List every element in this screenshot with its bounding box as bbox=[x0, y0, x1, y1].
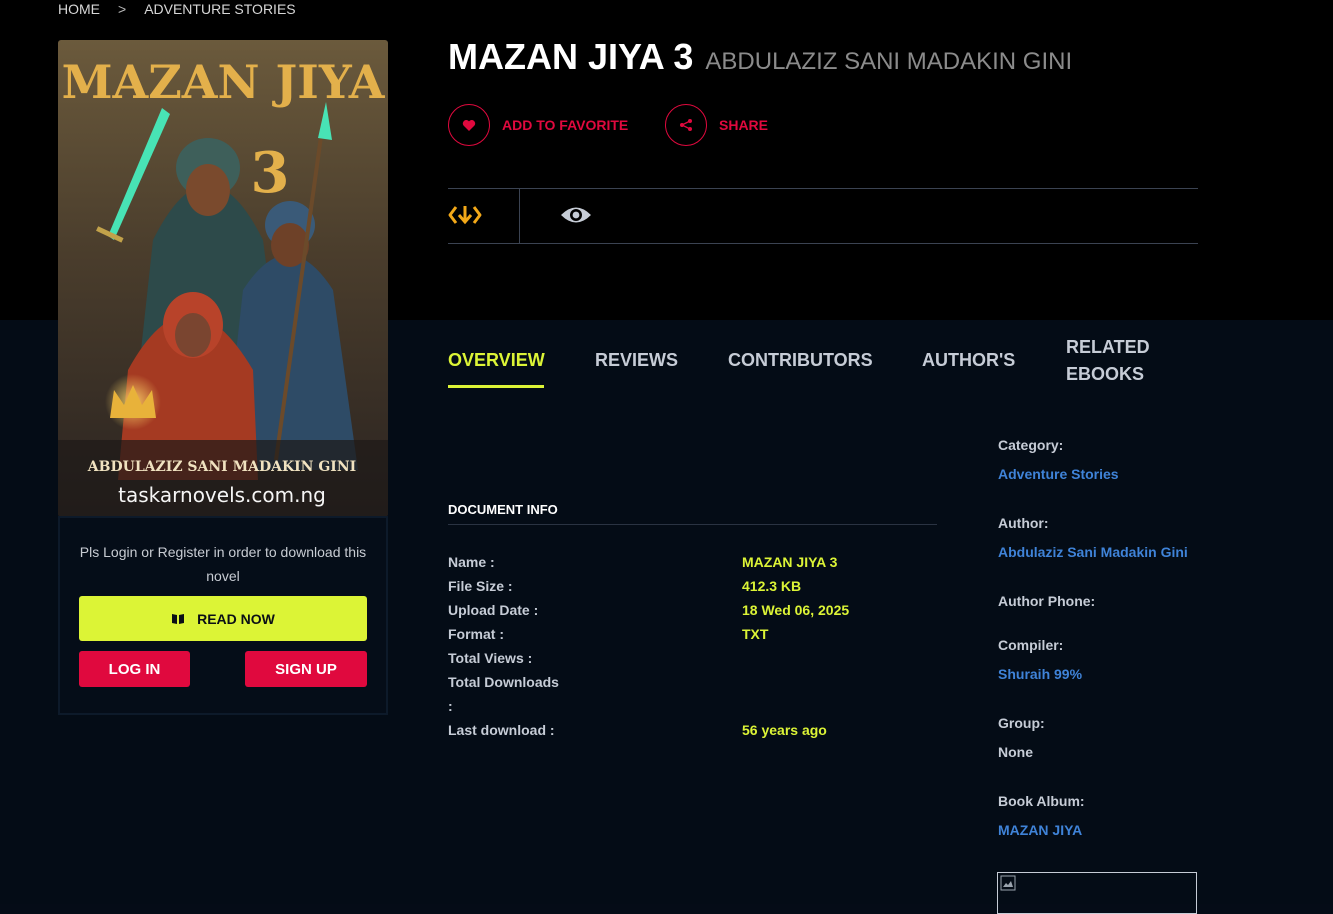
info-value-format: TXT bbox=[742, 626, 769, 642]
info-label-name: Name : bbox=[448, 554, 495, 570]
breadcrumb: HOME > ADVENTURE STORIES bbox=[58, 0, 296, 18]
broken-image-placeholder bbox=[997, 872, 1197, 914]
info-label-file-size: File Size : bbox=[448, 578, 513, 594]
group-label: Group: bbox=[998, 715, 1045, 731]
add-to-favorite-label: ADD TO FAVORITE bbox=[502, 117, 629, 133]
group-value: None bbox=[998, 744, 1033, 760]
tab-authors[interactable]: AUTHOR'S bbox=[922, 350, 1015, 371]
log-in-button[interactable]: LOG IN bbox=[79, 651, 190, 687]
read-now-button[interactable]: READ NOW bbox=[79, 596, 367, 641]
book-icon bbox=[172, 613, 185, 624]
stats-divider-vertical bbox=[519, 189, 520, 243]
author-label: Author: bbox=[998, 515, 1049, 531]
info-value-file-size: 412.3 KB bbox=[742, 578, 802, 594]
author-phone-label: Author Phone: bbox=[998, 593, 1096, 609]
category-label: Category: bbox=[998, 437, 1064, 453]
info-value-last-download: 56 years ago bbox=[742, 722, 827, 738]
breadcrumb-home[interactable]: HOME bbox=[58, 1, 100, 17]
title-row: MAZAN JIYA 3 ABDULAZIZ SANI MADAKIN GINI bbox=[448, 36, 1072, 78]
category-link[interactable]: Adventure Stories bbox=[998, 466, 1119, 482]
login-panel: Pls Login or Register in order to downlo… bbox=[58, 516, 388, 715]
stats-divider-top bbox=[448, 188, 1198, 189]
author-link[interactable]: Abdulaziz Sani Madakin Gini bbox=[998, 544, 1188, 560]
share-icon bbox=[665, 104, 707, 146]
broken-image-icon bbox=[1000, 875, 1016, 891]
read-now-label: READ NOW bbox=[197, 610, 275, 627]
info-label-total-views: Total Views : bbox=[448, 650, 533, 666]
tab-reviews[interactable]: REVIEWS bbox=[595, 350, 678, 371]
login-message: Pls Login or Register in order to downlo… bbox=[79, 544, 367, 584]
tab-contributors[interactable]: CONTRIBUTORS bbox=[728, 350, 873, 371]
compiler-label: Compiler: bbox=[998, 637, 1064, 653]
breadcrumb-separator: > bbox=[118, 1, 127, 17]
stats-divider-bottom bbox=[448, 243, 1198, 244]
info-label-upload-date: Upload Date : bbox=[448, 602, 539, 618]
page-title: MAZAN JIYA 3 bbox=[448, 36, 694, 77]
tab-overview-underline bbox=[448, 385, 544, 388]
cover-author: ABDULAZIZ SANI MADAKIN GINI bbox=[87, 459, 356, 475]
book-cover: MAZAN JIYA 3 ABDULAZIZ SANI MADAKIN GINI… bbox=[58, 40, 388, 517]
info-value-upload-date: 18 Wed 06, 2025 bbox=[742, 602, 850, 618]
info-value-name: MAZAN JIYA 3 bbox=[742, 554, 838, 570]
breadcrumb-current[interactable]: ADVENTURE STORIES bbox=[144, 1, 295, 17]
cover-number: 3 bbox=[251, 140, 290, 206]
eye-icon bbox=[561, 207, 591, 223]
info-label-colon: : bbox=[448, 698, 453, 714]
page-author: ABDULAZIZ SANI MADAKIN GINI bbox=[705, 48, 1073, 75]
tab-ebooks[interactable]: EBOOKS bbox=[1066, 364, 1144, 385]
heart-icon bbox=[448, 104, 490, 146]
sign-up-button[interactable]: SIGN UP bbox=[245, 651, 367, 687]
document-info-divider bbox=[448, 524, 937, 525]
info-label-format: Format : bbox=[448, 626, 504, 642]
add-to-favorite-button[interactable]: ADD TO FAVORITE bbox=[448, 104, 628, 146]
download-arrows-icon bbox=[448, 206, 482, 225]
book-album-link[interactable]: MAZAN JIYA bbox=[998, 822, 1082, 838]
info-label-last-download: Last download : bbox=[448, 722, 555, 738]
tab-overview[interactable]: OVERVIEW bbox=[448, 350, 545, 371]
info-label-total-downloads: Total Downloads bbox=[448, 674, 559, 690]
book-album-label: Book Album: bbox=[998, 793, 1085, 809]
share-button[interactable]: SHARE bbox=[665, 104, 768, 146]
tab-related[interactable]: RELATED bbox=[1066, 337, 1150, 358]
compiler-link[interactable]: Shuraih 99% bbox=[998, 666, 1082, 682]
cover-title: MAZAN JIYA bbox=[62, 55, 386, 109]
cover-website: taskarnovels.com.ng bbox=[118, 483, 326, 507]
document-info-heading: DOCUMENT INFO bbox=[448, 502, 558, 517]
share-label: SHARE bbox=[719, 117, 769, 133]
